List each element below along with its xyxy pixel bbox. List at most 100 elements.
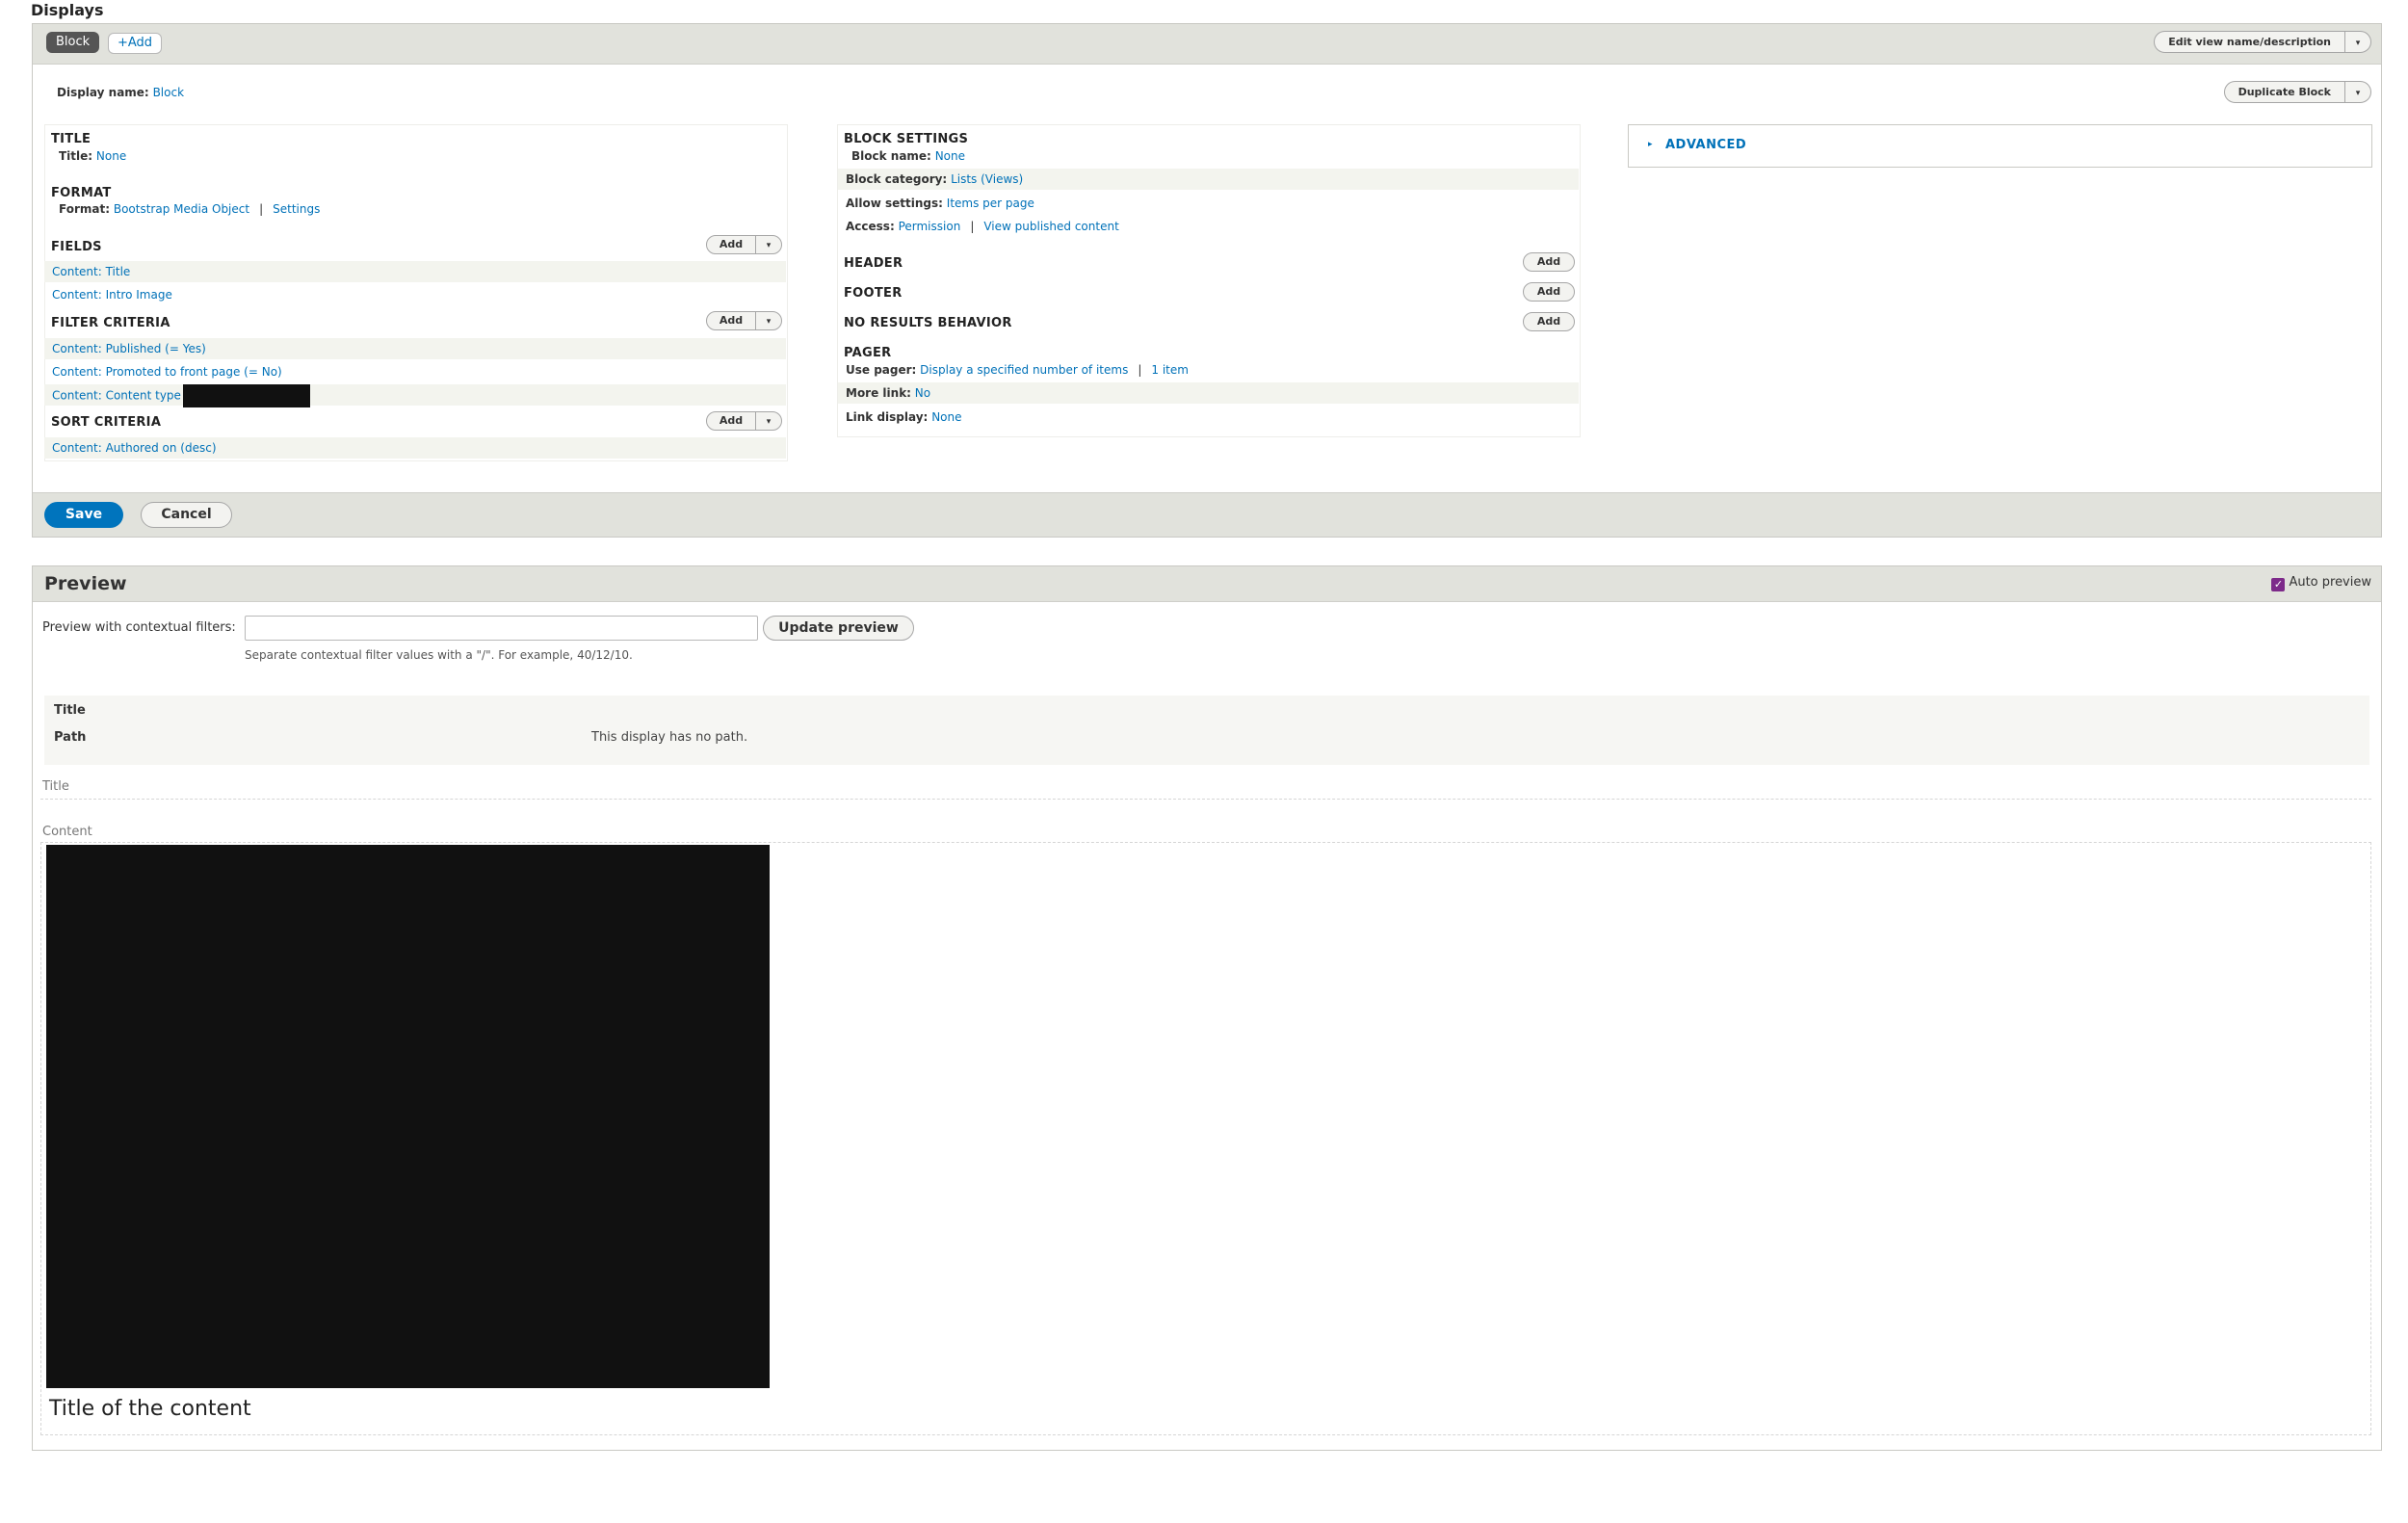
contextual-filters-input[interactable] — [245, 616, 758, 641]
more-link-value[interactable]: No — [915, 386, 930, 400]
auto-preview-label: Auto preview — [2289, 575, 2371, 590]
checkbox-checked-icon[interactable]: ✓ — [2271, 578, 2286, 591]
cancel-button[interactable]: Cancel — [141, 502, 232, 528]
title-section-heading: TITLE — [51, 132, 92, 146]
display-name: Display name: Block — [57, 86, 184, 99]
title-value-link[interactable]: None — [96, 149, 126, 163]
footer-section-heading: FOOTER — [844, 286, 903, 301]
duplicate-block-button[interactable]: Duplicate Block — [2225, 82, 2345, 102]
list-item[interactable]: Content: Promoted to front page (= No) — [44, 361, 786, 382]
intro-image — [46, 845, 770, 1388]
allow-settings-link[interactable]: Items per page — [947, 197, 1034, 210]
chevron-down-icon[interactable]: ▾ — [756, 313, 781, 330]
no-results-heading: NO RESULTS BEHAVIOR — [844, 316, 1012, 330]
displays-tabbar: Block +Add Edit view name/description ▾ — [33, 24, 2381, 65]
filter-link[interactable]: Content: Published (= Yes) — [52, 342, 206, 355]
header-add-button[interactable]: Add — [1523, 252, 1575, 272]
save-button[interactable]: Save — [44, 502, 123, 528]
displays-footer: Save Cancel — [33, 492, 2381, 537]
filter-add-button[interactable]: Add — [707, 312, 756, 329]
field-link[interactable]: Content: Title — [52, 265, 130, 278]
pager-items-link[interactable]: 1 item — [1151, 363, 1189, 377]
list-item[interactable]: Content: Published (= Yes) — [44, 338, 786, 359]
access-row: Access: Permission | View published conten… — [838, 216, 1579, 237]
block-settings-heading: BLOCK SETTINGS — [844, 132, 969, 146]
footer-add-button[interactable]: Add — [1523, 282, 1575, 302]
more-link-row: More link: No — [838, 382, 1579, 404]
advanced-toggle[interactable]: ADVANCED — [1665, 138, 1746, 152]
use-pager-link[interactable]: Display a specified number of items — [920, 363, 1128, 377]
list-item[interactable]: Content: Authored on (desc) — [44, 437, 786, 459]
preview-title: Preview — [44, 573, 127, 594]
info-key-path: Path — [54, 730, 87, 745]
sort-add-dropbutton[interactable]: Add ▾ — [706, 411, 782, 431]
more-link-label: More link: — [846, 386, 911, 400]
list-item[interactable]: Content: Content type — [44, 384, 786, 407]
chevron-down-icon[interactable]: ▾ — [2345, 34, 2370, 54]
display-name-label: Display name: — [57, 86, 149, 99]
pager-section-heading: PAGER — [844, 346, 892, 360]
add-display-button[interactable]: +Add — [108, 33, 163, 54]
edit-view-button[interactable]: Edit view name/description — [2155, 32, 2345, 52]
preview-content-label: Content — [42, 825, 92, 839]
contextual-filters-description: Separate contextual filter values with a… — [245, 648, 633, 662]
duplicate-block-dropbutton[interactable]: Duplicate Block ▾ — [2223, 81, 2371, 104]
tab-block[interactable]: Block — [46, 32, 100, 53]
displays-panel: Block +Add Edit view name/description ▾ D… — [32, 23, 2382, 538]
block-category-label: Block category: — [846, 172, 948, 186]
filter-link[interactable]: Content: Content type — [52, 389, 181, 403]
caret-right-icon: ▸ — [1648, 140, 1653, 149]
page-title: Displays — [31, 1, 104, 19]
format-settings-link[interactable]: Settings — [273, 202, 320, 216]
chevron-down-icon[interactable]: ▾ — [756, 237, 781, 254]
access-value-link[interactable]: View published content — [983, 220, 1118, 233]
format-row: Format: Bootstrap Media Object | Settings — [51, 198, 783, 220]
update-preview-button[interactable]: Update preview — [763, 616, 914, 641]
use-pager-label: Use pager: — [846, 363, 917, 377]
block-name-row: Block name: None — [844, 145, 1578, 167]
allow-settings-row: Allow settings: Items per page — [838, 193, 1579, 214]
access-permission-link[interactable]: Permission — [899, 220, 961, 233]
divider — [40, 799, 2371, 800]
sort-add-button[interactable]: Add — [707, 412, 756, 430]
contextual-filters-label: Preview with contextual filters: — [42, 620, 236, 635]
separator: | — [259, 202, 264, 216]
edit-view-dropbutton[interactable]: Edit view name/description ▾ — [2154, 31, 2371, 53]
preview-panel: Preview ✓ Auto preview Preview with conte… — [32, 565, 2382, 1451]
display-name-link[interactable]: Block — [153, 86, 184, 99]
info-value-path: This display has no path. — [591, 730, 748, 745]
format-value-link[interactable]: Bootstrap Media Object — [114, 202, 249, 216]
block-category-link[interactable]: Lists (Views) — [951, 172, 1023, 186]
filter-add-dropbutton[interactable]: Add ▾ — [706, 311, 782, 330]
link-display-label: Link display: — [846, 410, 929, 424]
info-key-title: Title — [54, 703, 86, 718]
title-row: Title: None — [51, 145, 783, 167]
filter-criteria-heading: FILTER CRITERIA — [51, 316, 170, 330]
allow-settings-label: Allow settings: — [846, 197, 943, 210]
list-item[interactable]: Content: Title — [44, 261, 786, 282]
fields-add-button[interactable]: Add — [707, 236, 756, 253]
link-display-link[interactable]: None — [931, 410, 961, 424]
sort-link[interactable]: Content: Authored on (desc) — [52, 441, 217, 455]
use-pager-row: Use pager: Display a specified number of… — [838, 359, 1579, 381]
header-section-heading: HEADER — [844, 256, 903, 271]
block-name-link[interactable]: None — [935, 149, 965, 163]
sort-criteria-heading: SORT CRITERIA — [51, 415, 162, 430]
redacted-block — [182, 384, 310, 407]
advanced-section[interactable]: ▸ ADVANCED — [1628, 124, 2372, 168]
link-display-row: Link display: None — [838, 407, 1579, 428]
preview-info-table: Title Path This display has no path. — [44, 696, 2369, 765]
preview-header: Preview ✓ Auto preview — [33, 566, 2381, 602]
fields-add-dropbutton[interactable]: Add ▾ — [706, 235, 782, 254]
title-label: Title: — [59, 149, 93, 163]
field-link[interactable]: Content: Intro Image — [52, 288, 172, 302]
auto-preview-toggle[interactable]: ✓ Auto preview — [2271, 575, 2371, 591]
chevron-down-icon[interactable]: ▾ — [2345, 84, 2370, 104]
access-label: Access: — [846, 220, 895, 233]
filter-link[interactable]: Content: Promoted to front page (= No) — [52, 365, 282, 379]
block-name-label: Block name: — [851, 149, 931, 163]
chevron-down-icon[interactable]: ▾ — [756, 413, 781, 431]
list-item[interactable]: Content: Intro Image — [44, 284, 786, 305]
block-category-row: Block category: Lists (Views) — [838, 169, 1579, 190]
no-results-add-button[interactable]: Add — [1523, 312, 1575, 331]
